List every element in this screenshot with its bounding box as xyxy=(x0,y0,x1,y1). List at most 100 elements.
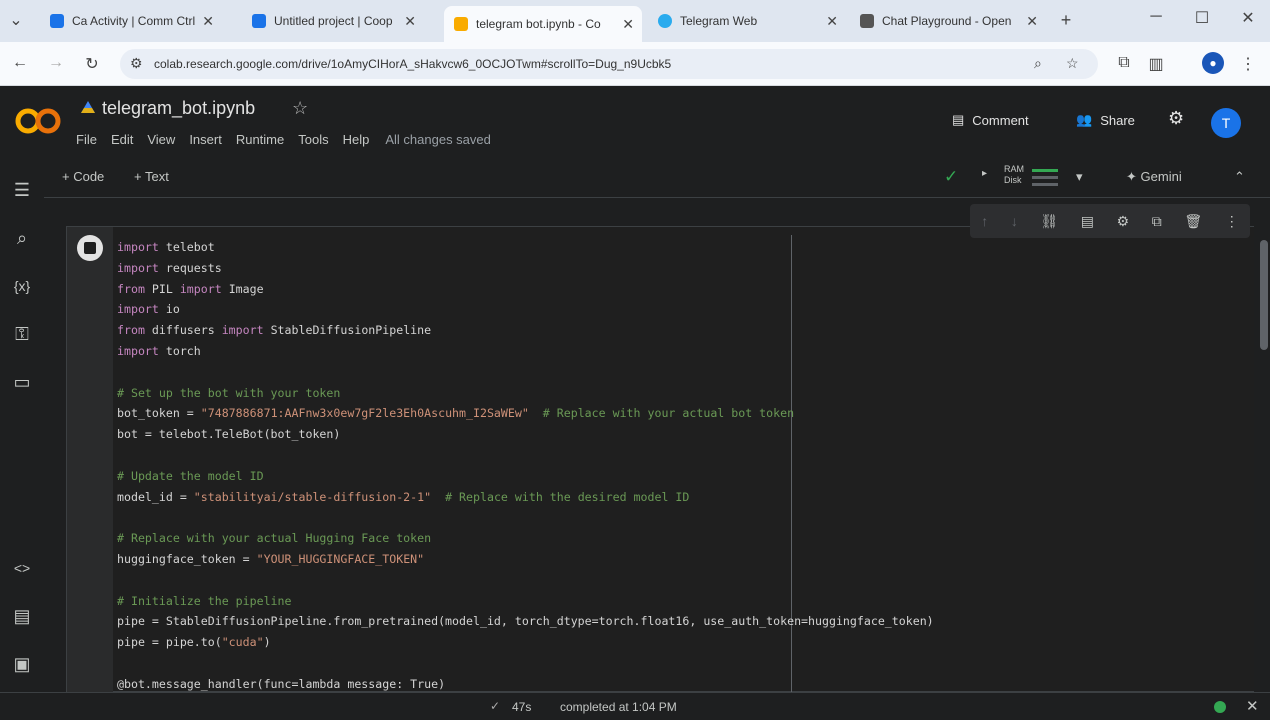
zoom-search-icon[interactable]: ⌕ xyxy=(1034,55,1042,72)
close-tab-icon[interactable]: ✕ xyxy=(1026,13,1038,30)
disk-bar xyxy=(1032,176,1058,179)
close-tab-icon[interactable]: ✕ xyxy=(826,13,838,30)
new-tab-button[interactable]: + xyxy=(1056,10,1076,31)
search-icon[interactable]: ⌕ xyxy=(10,226,34,250)
cell-settings-gear-icon[interactable]: ⚙ xyxy=(1117,213,1130,230)
menu-file[interactable]: File xyxy=(76,132,97,147)
tab-search-icon[interactable]: ⌄ xyxy=(6,10,26,30)
favicon-icon xyxy=(454,17,468,31)
collapse-header-chevron-icon[interactable]: ⌃ xyxy=(1234,169,1245,185)
url-text: colab.research.google.com/drive/1oAmyCIH… xyxy=(154,57,672,71)
connected-check-icon: ✓ xyxy=(944,167,959,186)
sidepanel-icon[interactable]: ▥ xyxy=(1146,54,1166,74)
window-close-icon[interactable]: ✕ xyxy=(1238,8,1258,28)
menu-edit[interactable]: Edit xyxy=(111,132,133,147)
favicon-icon xyxy=(252,14,266,28)
move-up-icon[interactable]: ↑ xyxy=(981,213,988,229)
profile-avatar-icon[interactable]: ● xyxy=(1202,52,1224,74)
status-close-icon[interactable]: ✕ xyxy=(1246,697,1259,715)
browser-tab-5[interactable]: Chat Playground - Open ✕ xyxy=(850,6,1046,36)
table-of-contents-icon[interactable]: ☰ xyxy=(10,178,34,202)
comment-button[interactable]: ▤ Comment xyxy=(952,112,1029,128)
share-label: Share xyxy=(1100,112,1135,128)
gemini-button[interactable]: ✦ Gemini xyxy=(1126,169,1182,185)
code-editor[interactable]: import telebot import requests from PIL im… xyxy=(117,237,934,695)
share-button[interactable]: 👥 Share xyxy=(1076,112,1135,128)
close-tab-icon[interactable]: ✕ xyxy=(202,13,214,30)
runtime-type-icon[interactable]: ▸ xyxy=(982,168,987,179)
menu-runtime[interactable]: Runtime xyxy=(236,132,284,147)
menu-insert[interactable]: Insert xyxy=(189,132,222,147)
browser-tab-4[interactable]: Telegram Web ✕ xyxy=(648,6,846,36)
browser-tab-2[interactable]: Untitled project | Coop ✕ xyxy=(242,6,424,36)
back-icon[interactable]: ← xyxy=(10,54,30,72)
scrollbar[interactable] xyxy=(1258,198,1270,692)
extensions-icon[interactable]: ⧉ xyxy=(1114,54,1134,72)
browser-tab-1[interactable]: Ca Activity | Comm Ctrl ✕ xyxy=(40,6,222,36)
user-avatar[interactable]: T xyxy=(1211,108,1241,138)
notebook-title[interactable]: telegram_bot.ipynb xyxy=(102,98,255,119)
link-icon[interactable]: ⛓ xyxy=(1040,213,1058,230)
settings-gear-icon[interactable]: ⚙ xyxy=(1168,108,1184,129)
close-tab-icon[interactable]: ✕ xyxy=(622,16,634,33)
notebook-main: import telebot import requests from PIL im… xyxy=(44,198,1258,695)
cell-toolbar: ↑ ↓ ⛓ ▤ ⚙ ⧉ 🗑 ⋮ xyxy=(970,204,1250,238)
command-palette-icon[interactable]: ▤ xyxy=(10,604,34,628)
left-sidebar: ☰ ⌕ {x} ⚿ ▭ <> ▤ ▣ xyxy=(0,158,44,720)
colab-logo-icon[interactable] xyxy=(14,106,62,136)
bookmark-star-icon[interactable]: ☆ xyxy=(1066,55,1079,72)
code-line: import requests xyxy=(117,260,222,275)
menu-view[interactable]: View xyxy=(147,132,175,147)
delete-trash-icon[interactable]: 🗑 xyxy=(1184,213,1202,230)
more-options-icon[interactable]: ⋮ xyxy=(1225,213,1239,230)
menu-bar: File Edit View Insert Runtime Tools Help… xyxy=(76,132,491,147)
code-cell[interactable]: import telebot import requests from PIL im… xyxy=(66,226,1254,695)
terminal-icon[interactable]: ▣ xyxy=(10,652,34,676)
secrets-key-icon[interactable]: ⚿ xyxy=(10,322,34,346)
tab-title: Ca Activity | Comm Ctrl xyxy=(72,14,196,28)
colab-header: telegram_bot.ipynb ☆ File Edit View Inse… xyxy=(0,86,1270,158)
cell-gutter xyxy=(67,227,113,693)
completion-status: completed at 1:04 PM xyxy=(560,700,677,714)
code-line: pipe = StableDiffusionPipeline.from_pret… xyxy=(117,614,934,629)
code-line: # Update the model ID xyxy=(117,468,264,483)
code-line: import io xyxy=(117,302,180,317)
forward-icon[interactable]: → xyxy=(46,54,66,72)
url-bar[interactable]: ⚙ colab.research.google.com/drive/1oAmyC… xyxy=(120,49,1098,79)
code-line: pipe = pipe.to("cuda") xyxy=(117,635,271,650)
resources-ram-disk[interactable]: RAM Disk xyxy=(1004,164,1024,186)
browser-tab-3-active[interactable]: telegram bot.ipynb - Co ✕ xyxy=(444,6,642,42)
code-line: from PIL import Image xyxy=(117,281,264,296)
stop-run-icon[interactable] xyxy=(77,235,103,261)
close-tab-icon[interactable]: ✕ xyxy=(404,13,416,30)
comment-icon[interactable]: ▤ xyxy=(1081,213,1094,230)
variables-icon[interactable]: {x} xyxy=(10,274,34,298)
code-line: import torch xyxy=(117,343,201,358)
code-snippets-icon[interactable]: <> xyxy=(10,556,34,580)
scrollbar-thumb[interactable] xyxy=(1260,240,1268,350)
chrome-menu-icon[interactable]: ⋮ xyxy=(1238,54,1258,74)
move-down-icon[interactable]: ↓ xyxy=(1011,213,1018,229)
maximize-icon[interactable]: ☐ xyxy=(1192,8,1212,28)
favicon-icon xyxy=(50,14,64,28)
reload-icon[interactable]: ↻ xyxy=(82,54,102,74)
status-check-icon: ✓ xyxy=(490,699,501,713)
files-folder-icon[interactable]: ▭ xyxy=(10,370,34,394)
runtime-dropdown-chevron-icon[interactable]: ▾ xyxy=(1076,169,1083,185)
minimize-icon[interactable]: ─ xyxy=(1146,8,1166,26)
add-code-button[interactable]: + Code xyxy=(62,169,104,184)
code-line: model_id = "stabilityai/stable-diffusion… xyxy=(117,489,690,504)
code-line: huggingface_token = "YOUR_HUGGINGFACE_TO… xyxy=(117,551,425,566)
menu-help[interactable]: Help xyxy=(343,132,370,147)
mirror-cell-icon[interactable]: ⧉ xyxy=(1152,213,1162,230)
browser-tab-bar: ⌄ Ca Activity | Comm Ctrl ✕ Untitled pro… xyxy=(0,0,1270,42)
comment-label: Comment xyxy=(972,112,1029,128)
code-line: bot = telebot.TeleBot(bot_token) xyxy=(117,427,341,442)
menu-tools[interactable]: Tools xyxy=(298,132,328,147)
site-info-icon[interactable]: ⚙ xyxy=(130,55,143,72)
add-text-button[interactable]: + Text xyxy=(134,169,169,184)
star-icon[interactable]: ☆ xyxy=(292,98,308,119)
